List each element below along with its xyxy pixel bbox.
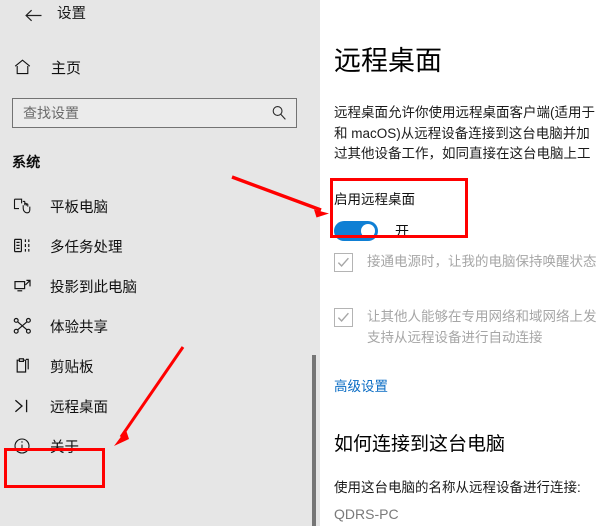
keep-pc-awake-label: 接通电源时，让我的电脑保持唤醒状态 xyxy=(367,252,597,273)
enable-remote-desktop-toggle[interactable] xyxy=(334,221,378,241)
sidebar-item-home[interactable]: 主页 xyxy=(0,52,300,82)
sidebar-item-tablet[interactable]: 平板电脑 xyxy=(0,186,300,226)
settings-window: 设置 主页 系统 xyxy=(0,0,600,526)
nav-list: 平板电脑 多任务处理 投影到此电脑 体验共享 剪贴板 远程桌面 关于 xyxy=(0,186,300,466)
remote-desktop-icon xyxy=(11,395,33,417)
toggle-state-text: 开 xyxy=(395,223,409,239)
sidebar-item-label: 关于 xyxy=(50,439,79,456)
page-description-line: 和 macOS)从远程设备连接到这台电脑并加 xyxy=(334,125,590,141)
back-arrow-icon[interactable] xyxy=(20,2,46,28)
page-description-line: 远程桌面允许你使用远程桌面客户端(适用于 xyxy=(334,105,595,120)
enable-remote-desktop-toggle-row: 开 xyxy=(334,221,415,241)
checkbox-label-line: 接通电源时，让我的电脑保持唤醒状态 xyxy=(367,254,597,269)
sidebar-item-multitasking[interactable]: 多任务处理 xyxy=(0,226,300,266)
sidebar-item-remote-desktop[interactable]: 远程桌面 xyxy=(0,386,300,426)
sidebar-item-about[interactable]: 关于 xyxy=(0,426,300,466)
sidebar-item-label: 剪贴板 xyxy=(50,359,94,376)
sidebar-item-shared-experiences[interactable]: 体验共享 xyxy=(0,306,300,346)
checkbox-label-line: 让其他人能够在专用网络和域网络上发 xyxy=(367,309,597,324)
how-to-connect-description: 使用这台电脑的名称从远程设备进行连接: xyxy=(334,480,581,495)
enable-remote-desktop-group: 启用远程桌面 开 xyxy=(334,188,415,241)
page-description: 远程桌面允许你使用远程桌面客户端(适用于 和 macOS)从远程设备连接到这台电… xyxy=(334,103,600,165)
shared-experiences-icon xyxy=(11,315,33,337)
window-title: 设置 xyxy=(57,6,86,22)
checkbox-label-line: 支持从远程设备进行自动连接 xyxy=(367,329,543,345)
search-box[interactable] xyxy=(12,98,297,128)
clipboard-icon xyxy=(11,355,33,377)
network-discoverable-checkbox-row[interactable]: 让其他人能够在专用网络和域网络上发 支持从远程设备进行自动连接 xyxy=(334,307,597,348)
sidebar-item-label: 多任务处理 xyxy=(50,239,123,256)
sidebar-scrollbar[interactable] xyxy=(306,0,320,526)
multitasking-icon xyxy=(11,235,33,257)
page-title: 远程桌面 xyxy=(334,46,442,76)
pc-name-value: QDRS-PC xyxy=(334,506,399,522)
project-to-pc-icon xyxy=(11,275,33,297)
sidebar-item-label: 平板电脑 xyxy=(50,199,108,216)
advanced-settings-link[interactable]: 高级设置 xyxy=(334,375,388,395)
network-discoverable-checkbox[interactable] xyxy=(334,308,353,327)
sidebar-item-label: 投影到此电脑 xyxy=(50,279,137,296)
search-icon[interactable] xyxy=(266,100,292,126)
info-icon xyxy=(11,435,33,457)
tablet-icon xyxy=(11,195,33,217)
nav-group-header: 系统 xyxy=(12,154,41,170)
keep-pc-awake-checkbox[interactable] xyxy=(334,253,353,272)
sidebar-item-clipboard[interactable]: 剪贴板 xyxy=(0,346,300,386)
keep-pc-awake-checkbox-row[interactable]: 接通电源时，让我的电脑保持唤醒状态 xyxy=(334,252,597,273)
toggle-knob xyxy=(361,224,375,238)
home-icon xyxy=(12,57,32,77)
how-to-connect-title: 如何连接到这台电脑 xyxy=(334,434,506,455)
title-bar: 设置 xyxy=(0,0,320,32)
enable-remote-desktop-label: 启用远程桌面 xyxy=(334,192,415,207)
search-input[interactable] xyxy=(13,100,266,126)
page-description-line: 过其他设备工作，如同直接在这台电脑上工 xyxy=(334,146,591,161)
sidebar-item-project-to-pc[interactable]: 投影到此电脑 xyxy=(0,266,300,306)
network-discoverable-label: 让其他人能够在专用网络和域网络上发 支持从远程设备进行自动连接 xyxy=(367,307,597,348)
sidebar-item-label: 远程桌面 xyxy=(50,399,108,416)
sidebar-home-label: 主页 xyxy=(51,59,82,77)
content-pane: 远程桌面 远程桌面允许你使用远程桌面客户端(适用于 和 macOS)从远程设备连… xyxy=(320,0,600,526)
sidebar-scrollbar-thumb[interactable] xyxy=(312,355,316,526)
navigation-pane: 设置 主页 系统 xyxy=(0,0,320,526)
sidebar-item-label: 体验共享 xyxy=(50,319,108,336)
